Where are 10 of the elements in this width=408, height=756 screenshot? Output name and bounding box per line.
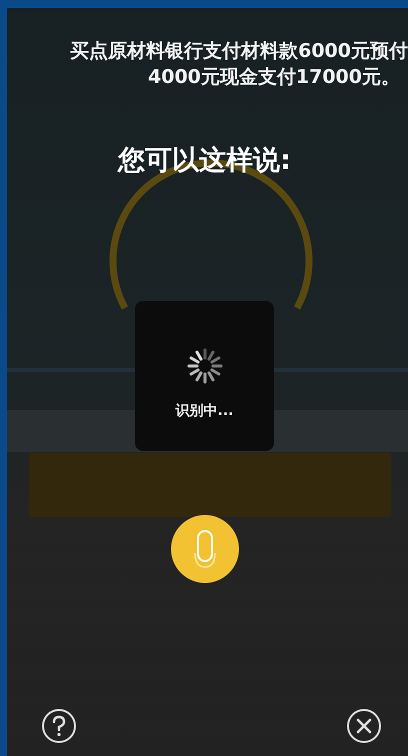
- prompt-title: 您可以这样说:: [118, 144, 291, 178]
- example-text: 4000元现金支付17000元。: [148, 65, 401, 90]
- close-button[interactable]: [346, 708, 382, 744]
- example-text: 买点原材料银行支付材料款6000元预付: [70, 39, 408, 64]
- microphone-icon: [192, 529, 216, 569]
- help-icon: [41, 708, 77, 744]
- close-icon: [346, 708, 382, 744]
- toast-text: 识别中...: [176, 402, 234, 420]
- spinner-icon: [186, 348, 222, 384]
- help-button[interactable]: [41, 708, 77, 744]
